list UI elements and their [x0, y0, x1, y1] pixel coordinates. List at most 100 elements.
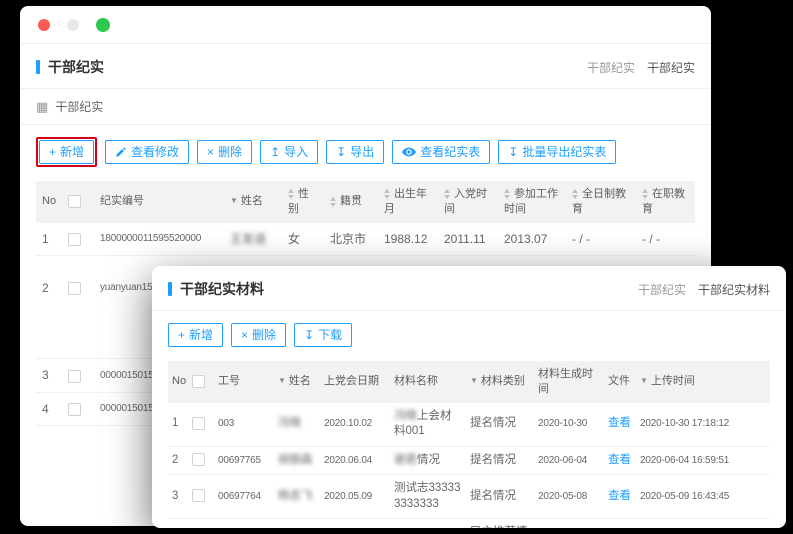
- sort-icon[interactable]: [504, 189, 510, 199]
- sort-icon[interactable]: [642, 189, 648, 199]
- cell-meeting-date: 2020.05.09: [320, 475, 390, 519]
- page-title-text: 干部纪实材料: [180, 279, 264, 299]
- table-row[interactable]: 1 003 冯晓 2020.10.02 冯晓上会材料001 提名情况 2020-…: [168, 403, 770, 447]
- add-button[interactable]: + 新增: [39, 140, 94, 164]
- header-birth-date[interactable]: 出生年月: [378, 181, 438, 223]
- header-onjob-education[interactable]: 在职教育: [636, 181, 695, 223]
- cell-join-party-date: 2011.11: [438, 223, 498, 256]
- cell-generated-time: 2020-05-08: [534, 475, 604, 519]
- cell-meeting-date: 2020.10.02: [320, 403, 390, 447]
- eye-icon: [402, 147, 416, 157]
- view-edit-button[interactable]: 查看修改: [105, 140, 189, 164]
- cell-fulltime-education: - / -: [566, 223, 636, 256]
- cell-employee-id: 003: [214, 403, 274, 447]
- cell-select: [62, 392, 94, 425]
- filter-icon[interactable]: ▼: [278, 376, 286, 387]
- cell-name: 冯晓: [274, 403, 320, 447]
- header-select-all[interactable]: [62, 181, 94, 223]
- header-name[interactable]: ▼姓名: [274, 361, 320, 403]
- export-button[interactable]: ↧ 导出: [326, 140, 384, 164]
- close-icon: ×: [207, 146, 214, 158]
- cell-select: [62, 255, 94, 359]
- row-checkbox[interactable]: [192, 453, 205, 466]
- table-header-row: No 工号 ▼姓名 上党会日期 材料名称 ▼材料类别 材料生成时间 文件 ▼上传…: [168, 361, 770, 403]
- sort-icon[interactable]: [572, 189, 578, 199]
- filter-icon[interactable]: ▼: [470, 376, 478, 387]
- download-icon: ↧: [508, 146, 518, 158]
- panel-label: ▦ 干部纪实: [20, 89, 711, 125]
- breadcrumb-parent[interactable]: 干部纪实: [638, 281, 686, 298]
- header-fulltime-education[interactable]: 全日制教育: [566, 181, 636, 223]
- filter-icon[interactable]: ▼: [640, 376, 648, 387]
- sort-icon[interactable]: [444, 189, 450, 199]
- window-titlebar: [20, 6, 711, 44]
- header-native-place[interactable]: 籍贯: [324, 181, 378, 223]
- select-all-checkbox[interactable]: [192, 375, 205, 388]
- cell-select: [62, 223, 94, 256]
- view-record-sheet-button[interactable]: 查看纪实表: [392, 140, 490, 164]
- table-row[interactable]: 4 00697764 杨志飞 2020.03.03 测试用测试 民主推荐情况 2…: [168, 519, 770, 528]
- cell-employee-id: 00697765: [214, 446, 274, 475]
- breadcrumb-current: 干部纪实材料: [698, 281, 770, 298]
- cell-no: 1: [168, 403, 188, 447]
- delete-button[interactable]: × 删除: [231, 323, 286, 347]
- download-button[interactable]: ↧ 下载: [294, 323, 352, 347]
- sort-icon[interactable]: [384, 189, 390, 199]
- download-icon: ↧: [336, 146, 346, 158]
- header-select-all[interactable]: [188, 361, 214, 403]
- cell-generated-time: 2020-03-04: [534, 519, 604, 528]
- row-checkbox[interactable]: [192, 489, 205, 502]
- sort-icon[interactable]: [330, 197, 336, 207]
- row-checkbox[interactable]: [68, 370, 81, 383]
- panel-label-text: 干部纪实: [55, 98, 103, 115]
- header-join-party-date[interactable]: 入党时间: [438, 181, 498, 223]
- row-checkbox[interactable]: [68, 233, 81, 246]
- header-name[interactable]: ▼姓名: [224, 181, 282, 223]
- header-material-category[interactable]: ▼材料类别: [466, 361, 534, 403]
- close-window-button[interactable]: [38, 19, 50, 31]
- cell-material-name: 谢君情况: [390, 446, 466, 475]
- download-icon: ↧: [304, 329, 314, 341]
- view-file-link[interactable]: 查看: [608, 417, 631, 429]
- sort-icon[interactable]: [288, 189, 294, 199]
- cell-upload-time: 2020-03-04 13:44:28: [636, 519, 770, 528]
- header-upload-time[interactable]: ▼上传时间: [636, 361, 770, 403]
- table-row[interactable]: 2 00697765 胡丽森 2020.06.04 谢君情况 提名情况 2020…: [168, 446, 770, 475]
- cell-no: 3: [36, 359, 62, 392]
- batch-export-button[interactable]: ↧ 批量导出纪实表: [498, 140, 616, 164]
- maximize-window-button[interactable]: [96, 18, 110, 32]
- table-row[interactable]: 3 00697764 杨志飞 2020.05.09 测试志33333333333…: [168, 475, 770, 519]
- row-checkbox[interactable]: [68, 282, 81, 295]
- cell-upload-time: 2020-06-04 16:59:51: [636, 446, 770, 475]
- view-file-link[interactable]: 查看: [608, 454, 631, 466]
- cell-material-category: 提名情况: [466, 403, 534, 447]
- select-all-checkbox[interactable]: [68, 195, 81, 208]
- cell-upload-time: 2020-05-09 16:43:45: [636, 475, 770, 519]
- title-accent-bar: [36, 60, 40, 74]
- page-title: 干部纪实材料: [168, 279, 264, 299]
- cell-no: 4: [168, 519, 188, 528]
- upload-icon: ↥: [270, 146, 280, 158]
- header-start-work-date[interactable]: 参加工作时间: [498, 181, 566, 223]
- plus-icon: +: [49, 146, 56, 158]
- filter-icon[interactable]: ▼: [230, 196, 238, 207]
- breadcrumb: 干部纪实 干部纪实: [587, 59, 695, 76]
- cell-no: 2: [36, 255, 62, 359]
- cell-record-id: 1800000011595520000: [94, 223, 224, 256]
- view-file-link[interactable]: 查看: [608, 490, 631, 502]
- cell-select: [62, 359, 94, 392]
- minimize-window-button[interactable]: [67, 19, 79, 31]
- delete-button[interactable]: × 删除: [197, 140, 252, 164]
- import-button[interactable]: ↥ 导入: [260, 140, 318, 164]
- header-gender[interactable]: 性别: [282, 181, 324, 223]
- cell-material-category: 提名情况: [466, 446, 534, 475]
- row-checkbox[interactable]: [68, 403, 81, 416]
- add-button[interactable]: + 新增: [168, 323, 223, 347]
- cell-file: 查看: [604, 519, 636, 528]
- cell-material-name: 冯晓上会材料001: [390, 403, 466, 447]
- breadcrumb-parent[interactable]: 干部纪实: [587, 59, 635, 76]
- row-checkbox[interactable]: [192, 417, 205, 430]
- cell-no: 4: [36, 392, 62, 425]
- table-row[interactable]: 1 1800000011595520000 王发语 女 北京市 1988.12 …: [36, 223, 695, 256]
- cell-gender: 女: [282, 223, 324, 256]
